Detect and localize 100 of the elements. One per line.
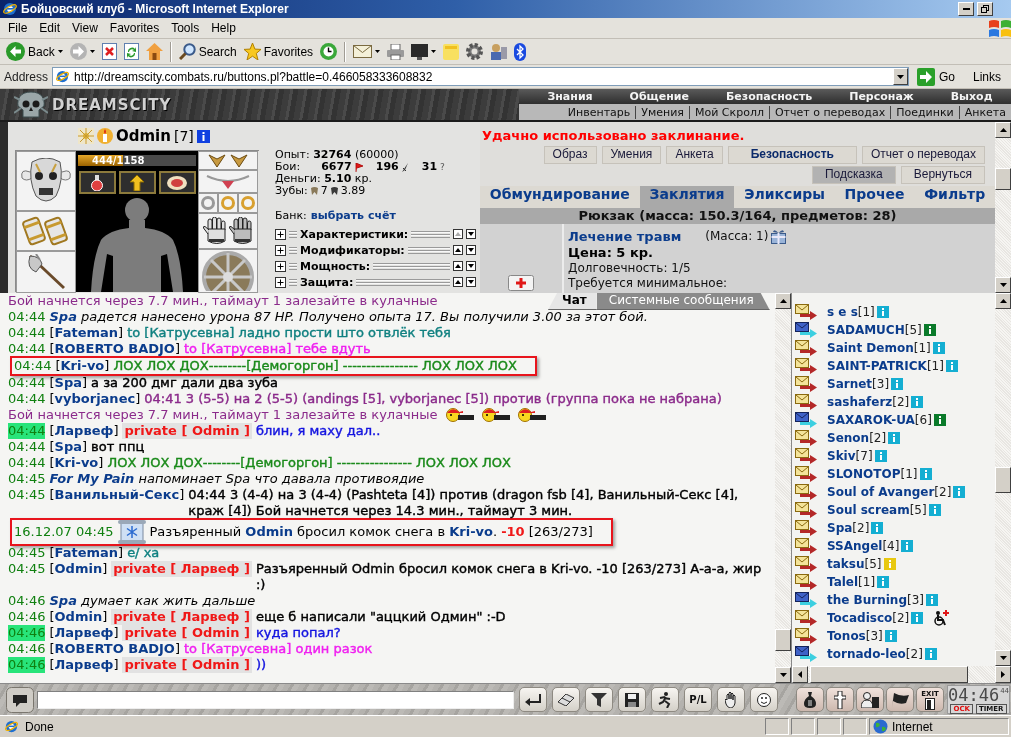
expand-icon[interactable] [275,244,286,256]
sender-name[interactable]: [ROBERTO BADJO] [49,641,180,657]
nav-link[interactable]: Персонаж [849,90,914,103]
money-button[interactable] [796,687,824,712]
restore-button[interactable] [977,2,993,16]
hand-button[interactable] [717,687,745,712]
menu-item[interactable]: File [2,21,34,35]
nav-link[interactable]: Безопасность [725,90,813,103]
filter-button[interactable] [585,687,613,712]
clear-button[interactable] [552,687,580,712]
section-label[interactable]: Защита: [300,275,354,289]
menu-item[interactable]: Tools [165,21,206,35]
scroll-left-button[interactable] [792,666,808,683]
back-button[interactable]: Back [3,40,66,63]
favorites-button[interactable]: Favorites [240,40,317,63]
expand-icon[interactable] [275,228,286,240]
scroll-up-button[interactable] [995,293,1011,309]
move-down-icon[interactable] [466,229,476,239]
nav-link[interactable]: Мой Скролл [689,105,769,119]
sender-name[interactable]: [Odmin] [49,561,108,577]
sender-name[interactable]: [Kri-vo] [49,455,104,471]
inventory-tab[interactable]: Фильтр [914,186,995,208]
user-name[interactable]: Skiv [827,449,856,463]
search-button[interactable]: Search [175,40,240,63]
panel-button[interactable]: Отчет о переводах [861,146,985,164]
info-icon[interactable] [196,129,210,143]
scroll-down-button[interactable] [995,650,1011,666]
user-name[interactable]: SAXAROK-UA [827,413,915,427]
move-up-icon[interactable] [453,245,463,255]
user-name[interactable]: SLONOTOP [827,467,901,481]
bank-link[interactable]: выбрать счёт [310,210,396,222]
section-label[interactable]: Характеристики: [300,227,409,241]
message-input[interactable] [37,690,514,709]
panel-button[interactable]: Безопасность [727,146,857,164]
send-button[interactable] [519,687,547,712]
inventory-tab[interactable]: Обмундирование [480,186,640,208]
equipment-slot[interactable] [198,213,258,249]
sender-name[interactable]: [Kri-vo] [55,358,110,374]
expand-icon[interactable] [275,260,286,272]
user-name[interactable]: SSAngel [827,539,883,553]
inventory-tab[interactable]: Эликсиры [734,186,835,208]
scroll-thumb[interactable] [810,666,968,683]
user-name[interactable]: Tocadisco [827,611,893,625]
equipment-slot[interactable] [16,251,76,293]
menu-item[interactable]: Help [205,21,242,35]
people-button[interactable] [856,687,884,712]
sender-name[interactable]: [Ларвеф] [49,625,119,641]
nav-link[interactable]: Поединки [890,105,959,119]
sender-name[interactable]: [Ларвеф] [49,423,119,439]
panel-button[interactable]: Подсказка [812,166,896,184]
minimize-button[interactable] [958,2,974,16]
move-up-icon[interactable] [453,229,463,239]
nav-link[interactable]: Отчет о переводах [768,105,891,119]
scroll-up-button[interactable] [775,293,791,309]
user-name[interactable]: tornado-leo [827,647,906,661]
user-name[interactable]: Talel [827,575,859,589]
sender-name[interactable]: [ROBERTO BADJO] [49,341,180,357]
scroll-down-button[interactable] [995,277,1011,293]
sender-name[interactable]: [vyborjanec] [49,391,141,407]
move-up-icon[interactable] [453,277,463,287]
move-down-icon[interactable] [466,245,476,255]
panel-button[interactable]: Вернуться [900,166,985,184]
quick-slot[interactable] [78,171,116,194]
nav-link[interactable]: Инвентарь [562,105,636,119]
scroll-thumb[interactable] [995,168,1011,190]
address-dropdown-button[interactable] [892,68,908,85]
nav-link[interactable]: Знания [547,90,593,103]
section-label[interactable]: Модификаторы: [300,243,405,257]
item-name[interactable]: Лечение травм [568,228,682,244]
user-name[interactable]: Soul of Avanger [827,485,935,499]
chat-tab[interactable]: Чат [548,293,597,310]
save-button[interactable] [618,687,646,712]
user-name[interactable]: taksu [827,557,865,571]
user-name[interactable]: SAINT-PATRICK [827,359,927,373]
user-name[interactable]: Spa [827,521,853,535]
panel-button[interactable]: Умения [601,146,662,164]
nav-link[interactable]: Умения [635,105,689,119]
scroll-right-button[interactable] [995,666,1011,683]
info-icon[interactable] [923,324,936,336]
user-name[interactable]: s e s [827,305,858,319]
cross-button[interactable] [826,687,854,712]
user-name[interactable]: Saint Demon [827,341,914,355]
user-name[interactable]: Senon [827,431,870,445]
user-name[interactable]: Sarnet [827,377,873,391]
scroll-thumb[interactable] [995,467,1011,493]
sender-name[interactable]: [Spa] [49,375,88,391]
move-up-icon[interactable] [453,261,463,271]
sender-name[interactable]: [Ванильный-Секс] [49,487,185,503]
nav-link[interactable]: Выход [950,90,993,103]
smiley-button[interactable] [750,687,778,712]
status-button[interactable] [651,687,679,712]
menu-item[interactable]: Edit [33,21,67,35]
move-down-icon[interactable] [466,277,476,287]
nav-link[interactable]: Анкета [958,105,1011,119]
menu-item[interactable]: Favorites [103,21,166,35]
go-button[interactable]: Go [912,67,961,86]
sender-name[interactable]: [Fateman] [49,325,124,341]
scroll-up-button[interactable] [995,122,1011,138]
panel-button[interactable]: Анкета [666,146,723,164]
sender-name[interactable]: [Spa] [49,439,88,455]
